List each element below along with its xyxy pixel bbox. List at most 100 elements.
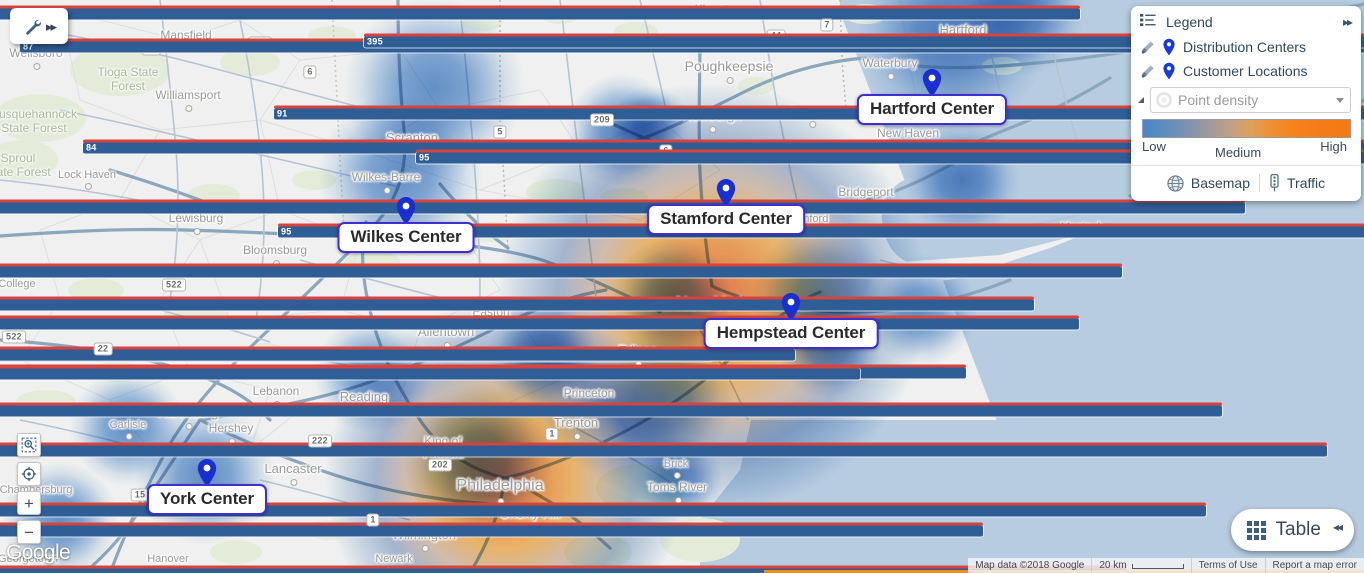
map-city-label: Bloomsburg bbox=[242, 243, 308, 267]
route-shield: 81 bbox=[0, 296, 1034, 311]
density-gradient-bar bbox=[1142, 119, 1351, 138]
report-map-error-label: Report a map error bbox=[1272, 560, 1357, 571]
map-city-label: Newark bbox=[375, 553, 413, 565]
map-city-label: Wilkes-Barre bbox=[351, 170, 421, 194]
legend-footer-divider bbox=[1259, 174, 1261, 192]
map-city-label: Toms River bbox=[646, 480, 708, 504]
map-forest-label: SproulState Forest bbox=[0, 151, 51, 179]
map-city-label: Trenton bbox=[553, 415, 599, 440]
map-pin-icon bbox=[1162, 62, 1176, 80]
grid-icon bbox=[1246, 520, 1266, 540]
map-city-label: Lock Haven bbox=[57, 169, 117, 191]
route-shield: 202 bbox=[428, 458, 452, 472]
map-forest-label: SusquehannockState Forest bbox=[0, 107, 78, 135]
route-shield: 78 bbox=[0, 522, 983, 537]
density-ramp-labels: Low Medium High bbox=[1142, 138, 1351, 160]
center-label[interactable]: Wilkes Center bbox=[337, 222, 475, 253]
ramp-low-label: Low bbox=[1142, 139, 1166, 154]
route-shield: 476 bbox=[0, 315, 1079, 330]
table-button-label: Table bbox=[1275, 519, 1321, 540]
route-shield: 7 bbox=[820, 18, 834, 32]
map-city-label: Lebanon bbox=[252, 384, 300, 408]
map-city-label: Lancaster bbox=[264, 461, 322, 486]
point-density-select[interactable]: Point density bbox=[1150, 87, 1351, 113]
report-map-error-link[interactable]: Report a map error bbox=[1264, 558, 1364, 573]
triangle-collapse-icon[interactable] bbox=[1138, 97, 1144, 103]
route-shield: 81 bbox=[0, 5, 1080, 20]
caret-down-icon[interactable] bbox=[1336, 97, 1344, 103]
locate-me-button[interactable] bbox=[17, 462, 41, 486]
table-button[interactable]: Table ◂◂ bbox=[1230, 509, 1354, 551]
chevron-double-left-icon[interactable]: ◂◂ bbox=[1333, 520, 1343, 534]
terms-of-use-label: Terms of Use bbox=[1198, 560, 1258, 571]
map-city-label: Poughkeepsie bbox=[684, 58, 774, 84]
map-pin-icon bbox=[1162, 38, 1176, 56]
scale-label: 20 km bbox=[1099, 560, 1127, 571]
route-shield: 222 bbox=[308, 434, 332, 448]
route-shield: 5 bbox=[493, 125, 507, 139]
map-city-label: College bbox=[0, 278, 36, 290]
wrench-icon[interactable] bbox=[23, 16, 43, 36]
legend-title: Legend bbox=[1166, 13, 1213, 30]
tools-widget[interactable]: ▸▸ bbox=[10, 8, 68, 44]
map-city-label: Williamsport bbox=[155, 88, 221, 112]
density-ramp: Low Medium High bbox=[1131, 117, 1361, 160]
terms-of-use-link[interactable]: Terms of Use bbox=[1190, 558, 1265, 573]
center-label[interactable]: Stamford Center bbox=[647, 204, 805, 235]
map-forest-label: Tioga State Forest bbox=[97, 65, 159, 93]
globe-icon bbox=[1167, 174, 1184, 192]
route-shield: 80 bbox=[0, 346, 795, 361]
traffic-button[interactable]: Traffic bbox=[1269, 173, 1326, 192]
spinner-circle-icon bbox=[1156, 92, 1172, 108]
attribution-scale: 20 km bbox=[1091, 558, 1190, 573]
legend-layer-label: Distribution Centers bbox=[1183, 39, 1306, 55]
map-application: MansfieldWellsboroKingstonPoughkeepsieNe… bbox=[0, 0, 1364, 573]
google-logo: Google bbox=[6, 541, 71, 564]
ramp-high-label: High bbox=[1320, 139, 1347, 154]
map-city-label: New Haven bbox=[876, 126, 940, 150]
map-attribution-bar: Map data ©2018 Google 20 km Terms of Use… bbox=[968, 558, 1364, 573]
route-shield: 22 bbox=[93, 342, 113, 356]
legend-layer-distribution-centers[interactable]: Distribution Centers bbox=[1131, 35, 1361, 59]
route-shield: 80 bbox=[0, 402, 1222, 417]
legend-layer-customer-locations[interactable]: Customer Locations bbox=[1131, 59, 1361, 83]
center-label[interactable]: York Center bbox=[146, 484, 268, 515]
legend-panel: Legend ▸▸ Distribution Centers Customer … bbox=[1131, 6, 1361, 201]
traffic-light-icon bbox=[1269, 173, 1280, 192]
traffic-label: Traffic bbox=[1287, 175, 1326, 191]
zoom-in-button[interactable]: + bbox=[17, 491, 41, 515]
route-shield: 522 bbox=[2, 330, 26, 344]
route-shield: 1 bbox=[545, 427, 559, 441]
list-legend-icon bbox=[1140, 13, 1157, 30]
route-shield: 380 bbox=[0, 263, 1122, 278]
map-city-label: Waterbury bbox=[862, 56, 918, 80]
basemap-label: Basemap bbox=[1190, 175, 1251, 191]
brush-icon[interactable] bbox=[1140, 40, 1155, 55]
chevron-double-right-icon[interactable]: ▸▸ bbox=[46, 20, 57, 33]
map-city-label: Princeton bbox=[563, 386, 615, 410]
attribution-map-data: Map data ©2018 Google bbox=[968, 558, 1091, 573]
route-shield: 287 bbox=[0, 442, 1327, 457]
route-shield: 209 bbox=[590, 113, 614, 127]
scale-bar bbox=[1131, 564, 1184, 569]
route-shield: 6 bbox=[303, 65, 317, 79]
attribution-map-data-text: Map data ©2018 Google bbox=[975, 560, 1085, 571]
legend-footer: Basemap Traffic bbox=[1131, 165, 1361, 201]
route-shield: 84 bbox=[0, 199, 1245, 214]
map-controls: + − bbox=[17, 433, 41, 544]
map-city-label: Brick bbox=[663, 458, 689, 480]
map-city-label: Carlisle bbox=[109, 419, 147, 441]
legend-layer-label: Customer Locations bbox=[1183, 63, 1308, 79]
center-label[interactable]: Hempstead Center bbox=[703, 318, 879, 349]
center-label[interactable]: Hartford Center bbox=[856, 94, 1008, 125]
map-city-label: Philadelphia bbox=[456, 477, 544, 506]
ramp-medium-label: Medium bbox=[1215, 145, 1262, 160]
route-shield: 180 bbox=[0, 365, 860, 380]
basemap-button[interactable]: Basemap bbox=[1167, 174, 1251, 192]
legend-collapse-icon[interactable]: ▸▸ bbox=[1343, 15, 1353, 29]
brush-icon[interactable] bbox=[1140, 64, 1155, 79]
zoom-to-box-button[interactable] bbox=[17, 433, 41, 457]
map-city-label: Hanover bbox=[147, 553, 189, 565]
map-city-label: Hershey bbox=[208, 421, 254, 445]
route-shield: 1 bbox=[366, 513, 380, 527]
